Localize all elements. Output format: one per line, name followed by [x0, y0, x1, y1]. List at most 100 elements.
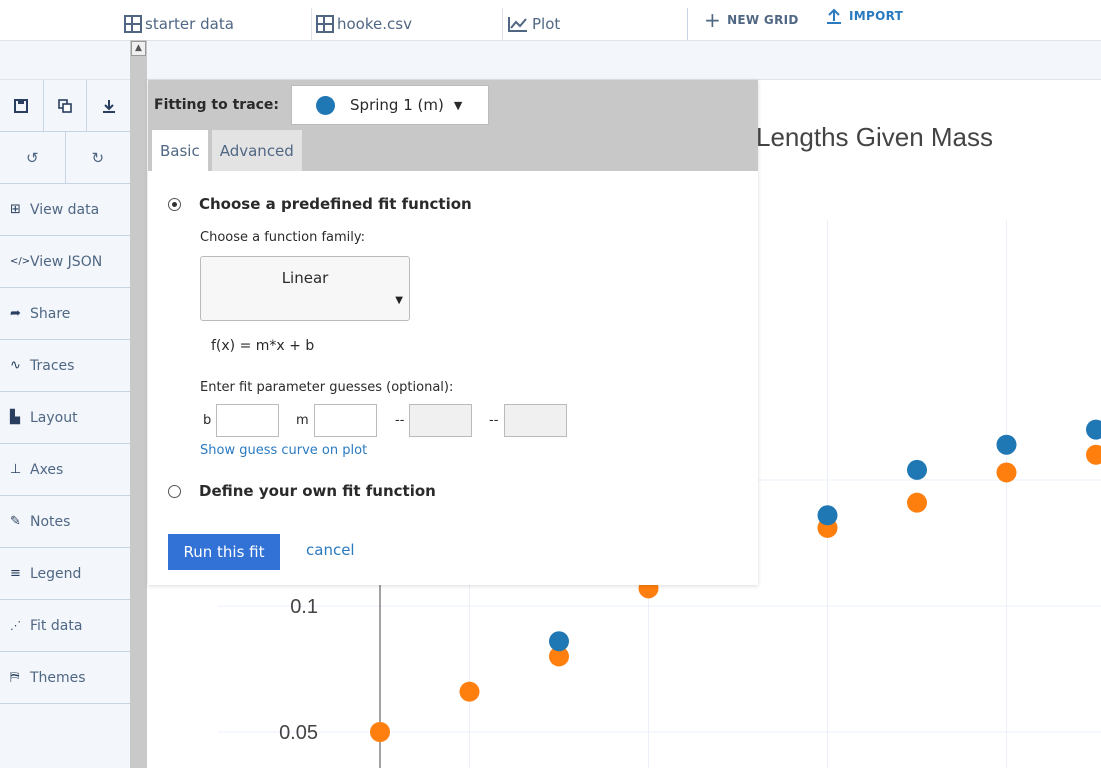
tab-hooke-csv[interactable]: hooke.csv	[311, 8, 491, 40]
sidebar-item-axes[interactable]: ⊥ Axes	[0, 444, 130, 496]
left-sidebar: ↺ ↻ ⊞ View data </> View JSON ➦ Share ∿ …	[0, 80, 130, 768]
data-point	[549, 631, 569, 652]
sidebar-item-label: Notes	[30, 513, 71, 530]
sidebar-item-layout[interactable]: ▙ Layout	[0, 392, 130, 444]
tab-label: Plot	[532, 15, 561, 33]
param-label-b: b	[203, 413, 212, 428]
sidebar-item-view-json[interactable]: </> View JSON	[0, 236, 130, 288]
layout-icon: ▙	[10, 410, 20, 425]
fit-icon: ⋰	[10, 619, 21, 632]
caret-down-icon: ▼	[453, 98, 463, 112]
custom-label: Define your own fit function	[199, 482, 436, 500]
param-b-input[interactable]	[216, 404, 279, 437]
sidebar-item-label: View data	[30, 201, 100, 218]
tab-basic[interactable]: Basic	[152, 130, 208, 171]
new-grid-label: NEW GRID	[727, 13, 799, 27]
tab-plot[interactable]: Plot	[502, 8, 688, 40]
data-point	[370, 722, 390, 742]
fit-tabs: Basic Advanced	[148, 130, 758, 171]
fit-formula: f(x) = m*x + b	[211, 338, 315, 354]
new-grid-button[interactable]: + NEW GRID	[704, 8, 799, 32]
chart-title: Lengths Given Mass	[756, 122, 994, 152]
toolbar-row-2: ↺ ↻	[0, 132, 130, 184]
data-point	[907, 492, 927, 513]
family-select-value: Linear	[281, 269, 329, 287]
param-label-4: --	[489, 413, 499, 428]
traces-icon: ∿	[10, 358, 21, 373]
fit-panel-header: Fitting to trace: Spring 1 (m) ▼	[148, 80, 758, 130]
data-point	[996, 434, 1017, 455]
fitting-to-trace-label: Fitting to trace:	[154, 97, 280, 113]
cancel-link[interactable]: cancel	[306, 541, 355, 559]
family-label: Choose a function family:	[200, 230, 366, 245]
axes-icon: ⊥	[10, 462, 22, 477]
sidebar-item-label: View JSON	[30, 253, 103, 270]
function-family-select[interactable]: Linear ▼	[200, 256, 410, 321]
upload-icon	[827, 8, 841, 24]
pencil-icon: ✎	[10, 514, 21, 529]
param-label-3: --	[395, 413, 405, 428]
sidebar-item-share[interactable]: ➦ Share	[0, 288, 130, 340]
trace-color-swatch	[316, 95, 336, 115]
predefined-label: Choose a predefined fit function	[199, 195, 472, 213]
custom-radio[interactable]	[168, 485, 181, 498]
tab-label: starter data	[145, 15, 234, 33]
scroll-up-icon[interactable]: ▲	[131, 41, 146, 56]
run-fit-button[interactable]: Run this fit	[168, 534, 280, 570]
tab-bar: starter data hooke.csv Plot + NEW GRID I…	[0, 0, 1101, 40]
caret-down-icon: ▼	[395, 295, 403, 306]
sidebar-item-legend[interactable]: ≡ Legend	[0, 548, 130, 600]
fit-data-panel: Fitting to trace: Spring 1 (m) ▼ Basic A…	[148, 80, 758, 585]
copy-icon[interactable]	[44, 80, 88, 131]
chart-line-icon	[508, 17, 527, 32]
panel-scrollbar[interactable]: ▲	[130, 40, 147, 768]
show-guess-link[interactable]: Show guess curve on plot	[200, 443, 367, 458]
redo-icon[interactable]: ↻	[66, 132, 131, 183]
download-icon[interactable]	[87, 80, 130, 131]
sidebar-item-label: Fit data	[30, 617, 83, 634]
sidebar-item-label: Axes	[30, 461, 64, 478]
param-3-input	[409, 404, 472, 437]
undo-icon[interactable]: ↺	[0, 132, 66, 183]
trace-select-value: Spring 1 (m)	[350, 96, 444, 114]
sidebar-item-traces[interactable]: ∿ Traces	[0, 340, 130, 392]
trace-select[interactable]: Spring 1 (m) ▼	[291, 85, 490, 125]
app-root: starter data hooke.csv Plot + NEW GRID I…	[0, 0, 1101, 768]
sidebar-item-label: Share	[30, 305, 71, 322]
sidebar-item-label: Traces	[30, 357, 75, 374]
subheader-bar	[0, 40, 1101, 80]
data-point	[907, 459, 927, 480]
predefined-radio[interactable]	[168, 198, 181, 211]
paint-roller-icon: ⛿	[10, 670, 20, 685]
sidebar-item-label: Legend	[30, 565, 82, 582]
y-tick-label: 0.05	[279, 722, 318, 744]
toolbar-row-1	[0, 80, 130, 132]
code-icon: </>	[10, 256, 31, 267]
tab-advanced[interactable]: Advanced	[211, 130, 302, 171]
grid-icon	[124, 15, 142, 33]
import-label: IMPORT	[849, 9, 904, 23]
tab-label: hooke.csv	[337, 15, 412, 33]
guess-label: Enter fit parameter guesses (optional):	[200, 380, 454, 395]
param-4-input	[504, 404, 567, 437]
data-point	[817, 505, 838, 526]
data-point	[996, 462, 1017, 483]
param-m-input[interactable]	[314, 404, 377, 437]
param-label-m: m	[296, 413, 309, 428]
legend-icon: ≡	[10, 566, 21, 581]
import-button[interactable]: IMPORT	[826, 8, 903, 24]
data-point	[459, 681, 480, 702]
y-tick-label: 0.1	[290, 596, 318, 618]
sidebar-item-label: Themes	[30, 669, 86, 686]
tab-starter-data[interactable]: starter data	[120, 8, 300, 40]
sidebar-item-view-data[interactable]: ⊞ View data	[0, 184, 130, 236]
grid-icon	[316, 15, 334, 33]
sidebar-item-themes[interactable]: ⛿ Themes	[0, 652, 130, 704]
plus-icon: +	[704, 8, 722, 32]
sidebar-item-notes[interactable]: ✎ Notes	[0, 496, 130, 548]
grid-icon: ⊞	[10, 202, 21, 217]
sidebar-item-label: Layout	[30, 409, 78, 426]
save-icon[interactable]	[0, 80, 44, 131]
share-icon: ➦	[10, 306, 21, 321]
sidebar-item-fit-data[interactable]: ⋰ Fit data	[0, 600, 130, 652]
